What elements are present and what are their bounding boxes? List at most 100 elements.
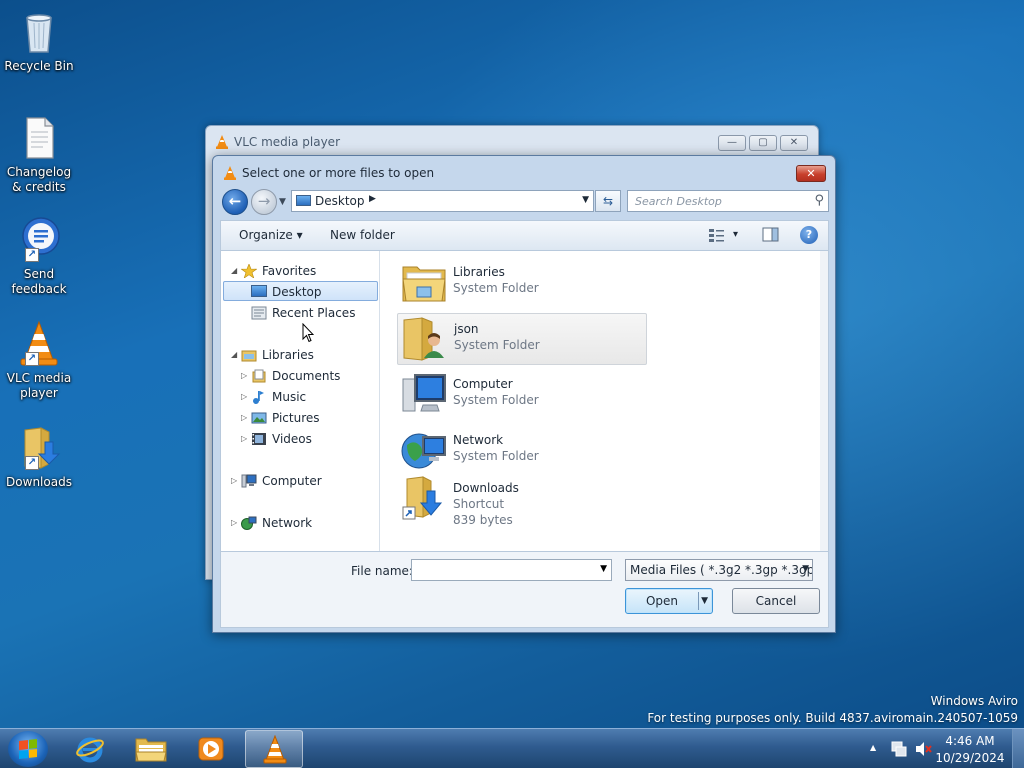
taskbar-vlc[interactable] (245, 730, 303, 768)
search-input[interactable]: Search Desktop ⚲ (627, 190, 829, 212)
recent-locations-dropdown[interactable]: ▼ (279, 197, 286, 207)
filename-label: File name: (351, 564, 413, 578)
minimize-button[interactable]: — (718, 135, 746, 151)
file-list-scrollbar[interactable] (820, 251, 828, 551)
libraries-folder-icon (402, 266, 446, 302)
watermark-line-1: Windows Aviro (930, 694, 1018, 708)
filter-value: Media Files ( *.3g2 *.3gp *.3gp2 (630, 563, 813, 577)
dialog-title: Select one or more files to open (242, 166, 435, 180)
nav-label: Desktop (272, 285, 322, 299)
file-type: System Folder (454, 338, 540, 352)
close-button[interactable]: ✕ (780, 135, 808, 151)
navigation-pane[interactable]: ◢ Favorites Desktop Recent Places ◢ Libr… (221, 251, 380, 551)
refresh-button[interactable]: ⇆ (595, 190, 621, 212)
file-name: Libraries (453, 265, 505, 279)
taskbar-internet-explorer[interactable] (62, 730, 120, 768)
file-type: System Folder (453, 281, 539, 295)
clock-time: 4:46 AM (945, 734, 995, 748)
file-open-dialog[interactable]: Select one or more files to open ✕ ← → ▼… (212, 155, 836, 633)
file-type: Shortcut (453, 497, 505, 511)
desktop-icon-label: Recycle Bin (4, 59, 74, 73)
vlc-cone-icon: ↗ (15, 320, 63, 368)
filename-dropdown-icon[interactable]: ▼ (600, 564, 607, 574)
nav-label: Pictures (272, 411, 320, 425)
command-toolbar: Organize ▾ New folder ▾ ? (220, 220, 829, 250)
maximize-button[interactable]: ▢ (749, 135, 777, 151)
nav-label: Network (262, 516, 313, 530)
browser-panes: ◢ Favorites Desktop Recent Places ◢ Libr… (220, 250, 829, 552)
address-dropdown-icon[interactable]: ▼ (582, 195, 589, 205)
feedback-icon: ↗ (15, 216, 63, 264)
vlc-cone-icon (263, 735, 287, 764)
file-type: System Folder (453, 393, 539, 407)
desktop-icon-vlc[interactable]: ↗ VLC media player (2, 320, 76, 401)
shortcut-arrow-icon: ↗ (25, 456, 39, 470)
desktop-location-icon (296, 195, 311, 206)
network-icon (401, 433, 446, 469)
pictures-icon (251, 412, 267, 424)
document-icon (15, 114, 63, 162)
desktop-icon-downloads[interactable]: ↗ Downloads (2, 424, 76, 490)
expand-triangle-icon[interactable]: ▷ (231, 471, 237, 491)
file-item-json[interactable]: json System Folder (397, 313, 647, 365)
shortcut-arrow-icon: ↗ (25, 248, 39, 262)
address-location[interactable]: Desktop (315, 194, 365, 208)
view-options-dropdown[interactable]: ▾ (733, 229, 738, 240)
filter-dropdown-icon[interactable]: ▼ (802, 564, 809, 574)
libraries-icon (241, 350, 257, 362)
expand-triangle-icon[interactable]: ▷ (241, 429, 247, 449)
vlc-cone-icon (216, 135, 228, 149)
expand-triangle-icon[interactable]: ▷ (241, 408, 247, 428)
file-name: Network (453, 433, 504, 447)
search-icon[interactable]: ⚲ (814, 193, 824, 208)
expand-triangle-icon[interactable]: ▷ (241, 387, 247, 407)
downloads-folder-icon: ↗ (15, 424, 63, 472)
nav-label: Music (272, 390, 307, 404)
nav-label: Computer (262, 474, 322, 488)
open-options-dropdown-icon[interactable]: ▼ (701, 589, 708, 613)
downloads-shortcut-icon (402, 476, 443, 520)
expand-triangle-icon[interactable]: ▷ (241, 366, 247, 386)
help-icon[interactable]: ? (800, 226, 818, 244)
file-type: System Folder (453, 449, 539, 463)
preview-pane-icon[interactable] (762, 227, 780, 243)
recent-places-icon (251, 306, 267, 320)
collapse-triangle-icon[interactable]: ◢ (231, 261, 237, 281)
tray-overflow-icon[interactable]: ▲ (870, 743, 876, 752)
new-folder-button[interactable]: New folder (330, 228, 395, 242)
user-folder-icon (403, 317, 444, 361)
desktop-icon-label: Changelog & credits (6, 165, 72, 194)
taskbar-media-player[interactable] (182, 730, 240, 768)
expand-triangle-icon[interactable]: ▷ (231, 513, 237, 533)
file-name: json (454, 322, 479, 336)
filename-input[interactable]: ▼ (411, 559, 612, 581)
action-center-icon[interactable] (890, 741, 908, 757)
clock[interactable]: 4:46 AM 10/29/2024 (930, 733, 1010, 767)
collapse-triangle-icon[interactable]: ◢ (231, 345, 237, 365)
file-type-filter[interactable]: Media Files ( *.3g2 *.3gp *.3gp2 ▼ (625, 559, 813, 581)
cancel-button[interactable]: Cancel (732, 588, 820, 614)
file-list-pane[interactable]: Libraries System Folder json System Fold… (381, 251, 828, 551)
open-button-divider (698, 592, 699, 610)
organize-menu[interactable]: Organize ▾ (239, 228, 303, 242)
desktop-icon-send-feedback[interactable]: ↗ Send feedback (2, 216, 76, 297)
dialog-close-button[interactable]: ✕ (796, 165, 826, 182)
forward-button[interactable]: → (251, 189, 277, 215)
taskbar-file-explorer[interactable] (122, 730, 180, 768)
address-bar[interactable]: Desktop ▶ ▼ (291, 190, 594, 212)
recycle-bin-icon (15, 8, 63, 56)
desktop-icon-recycle-bin[interactable]: Recycle Bin (2, 8, 76, 74)
back-button[interactable]: ← (222, 189, 248, 215)
file-item-network[interactable]: Network System Folder (397, 425, 647, 477)
start-button[interactable] (8, 731, 48, 767)
desktop-icon-changelog[interactable]: Changelog & credits (2, 114, 76, 195)
file-item-libraries[interactable]: Libraries System Folder (397, 257, 647, 309)
file-item-downloads[interactable]: Downloads Shortcut 839 bytes (397, 473, 647, 535)
show-desktop-button[interactable] (1012, 729, 1024, 768)
breadcrumb-chevron-icon[interactable]: ▶ (369, 194, 376, 204)
change-view-icon[interactable] (708, 227, 726, 243)
open-button[interactable]: Open ▼ (625, 588, 713, 614)
window-title: VLC media player (234, 135, 341, 149)
file-item-computer[interactable]: Computer System Folder (397, 369, 647, 421)
videos-icon (252, 433, 266, 445)
